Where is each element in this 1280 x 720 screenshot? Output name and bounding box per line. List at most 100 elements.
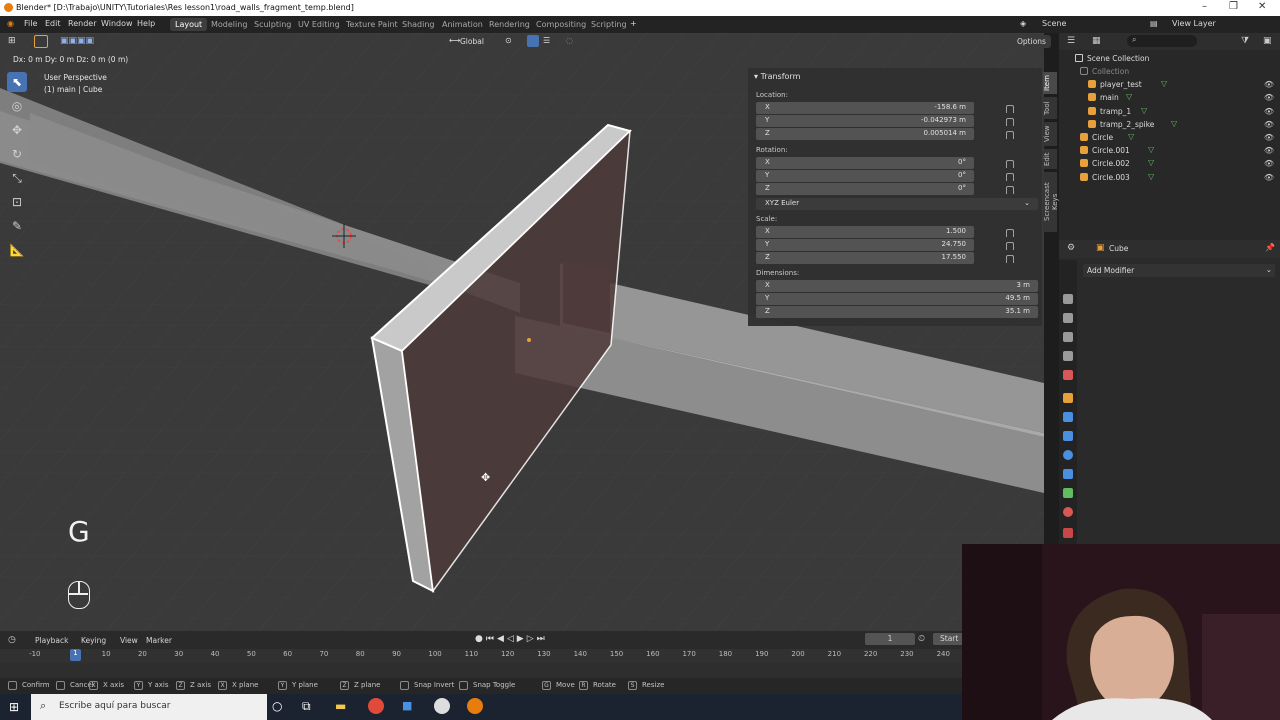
render-tab-icon[interactable] xyxy=(1063,313,1073,323)
particles-tab-icon[interactable] xyxy=(1063,431,1073,441)
location-z-field[interactable]: Z 0.005014 m xyxy=(756,128,974,140)
visibility-eye-icon[interactable]: 👁 xyxy=(1264,120,1274,129)
options-button[interactable]: Options xyxy=(1012,35,1051,48)
outliner-item[interactable]: player_test ▽ 👁 xyxy=(1059,78,1280,91)
marker-menu[interactable]: Marker xyxy=(146,636,172,645)
tab-rendering[interactable]: Rendering xyxy=(484,18,535,31)
outliner-item[interactable]: Collection xyxy=(1059,65,1280,78)
tab-screencast-keys[interactable]: Screencast Keys xyxy=(1043,172,1059,232)
scene-icon[interactable]: ◈ xyxy=(1020,19,1026,28)
playback-menu[interactable]: Playback xyxy=(35,636,68,645)
outliner-item[interactable]: tramp_2_spike ▽ 👁 xyxy=(1059,118,1280,131)
scene-name[interactable]: Scene xyxy=(1042,19,1066,28)
minimize-icon[interactable]: – xyxy=(1202,1,1207,12)
mesh-data-icon[interactable]: ▽ xyxy=(1128,132,1134,141)
view-menu[interactable]: View xyxy=(120,636,138,645)
maximize-icon[interactable]: ❐ xyxy=(1229,1,1238,12)
view-layer-tab-icon[interactable] xyxy=(1063,351,1073,361)
rotate-tool-icon[interactable]: ↻ xyxy=(7,144,27,164)
tab-uv-editing[interactable]: UV Editing xyxy=(293,18,345,31)
snap-icon[interactable] xyxy=(527,35,539,47)
view-layer-name[interactable]: View Layer xyxy=(1172,19,1216,28)
menu-edit[interactable]: Edit xyxy=(45,19,61,28)
outliner-item[interactable]: Circle ▽ 👁 xyxy=(1059,131,1280,144)
mesh-data-icon[interactable]: ▽ xyxy=(1126,92,1132,101)
physics-tab-icon[interactable] xyxy=(1063,450,1073,460)
file-explorer-icon[interactable]: ▬ xyxy=(335,699,346,713)
tool-tab-icon[interactable] xyxy=(1063,294,1073,304)
keying-menu[interactable]: Keying xyxy=(81,636,106,645)
start-frame-field[interactable]: Start xyxy=(933,633,962,645)
visibility-eye-icon[interactable]: 👁 xyxy=(1264,93,1274,102)
pivot-icon[interactable]: ⊙ xyxy=(505,36,512,45)
rotation-y-field[interactable]: Y 0° xyxy=(756,170,974,182)
outliner-item[interactable]: Circle.002 ▽ 👁 xyxy=(1059,157,1280,170)
tab-compositing[interactable]: Compositing xyxy=(531,18,591,31)
data-tab-icon[interactable] xyxy=(1063,488,1073,498)
lock-icon[interactable] xyxy=(1006,255,1014,263)
lock-icon[interactable] xyxy=(1006,186,1014,194)
mesh-data-icon[interactable]: ▽ xyxy=(1148,158,1154,167)
tab-sculpting[interactable]: Sculpting xyxy=(249,18,296,31)
scale-tool-icon[interactable]: ⤡ xyxy=(7,168,27,188)
transform-tool-icon[interactable]: ⊡ xyxy=(7,192,27,212)
material-tab-icon[interactable] xyxy=(1063,507,1073,517)
properties-editor-icon[interactable]: ⚙ xyxy=(1067,243,1075,253)
cursor-tool-icon[interactable]: ◎ xyxy=(7,96,27,116)
modifier-tab-icon[interactable] xyxy=(1063,412,1073,422)
visibility-eye-icon[interactable]: 👁 xyxy=(1264,107,1274,116)
mesh-data-icon[interactable]: ▽ xyxy=(1161,79,1167,88)
move-tool-icon[interactable]: ✥ xyxy=(7,120,27,140)
view-layer-icon[interactable]: ▤ xyxy=(1150,19,1158,28)
outliner-item[interactable]: main ▽ 👁 xyxy=(1059,91,1280,104)
location-y-field[interactable]: Y -0.042973 m xyxy=(756,115,974,127)
visibility-eye-icon[interactable]: 👁 xyxy=(1264,146,1274,155)
lock-icon[interactable] xyxy=(1006,173,1014,181)
lock-icon[interactable] xyxy=(1006,118,1014,126)
close-icon[interactable]: ✕ xyxy=(1258,1,1266,12)
select-mode-icons[interactable]: ▣▣▣▣ xyxy=(60,36,94,46)
snap-target-icon[interactable]: ☰ xyxy=(543,36,550,45)
tab-edit[interactable]: Edit xyxy=(1043,149,1057,169)
store-icon[interactable]: ■ xyxy=(402,699,412,712)
editor-type-icon[interactable]: ⊞ xyxy=(8,36,16,46)
tab-animation[interactable]: Animation xyxy=(437,18,488,31)
rotation-z-field[interactable]: Z 0° xyxy=(756,183,974,195)
tab-shading[interactable]: Shading xyxy=(397,18,440,31)
select-tool-icon[interactable]: ⬉ xyxy=(7,72,27,92)
scale-y-field[interactable]: Y 24.750 xyxy=(756,239,974,251)
transform-header[interactable]: ▾ Transform xyxy=(754,72,800,81)
mesh-data-icon[interactable]: ▽ xyxy=(1148,172,1154,181)
constraints-tab-icon[interactable] xyxy=(1063,469,1073,479)
orientation-icon[interactable]: ⟷ xyxy=(449,36,460,45)
scene-tab-icon[interactable] xyxy=(1063,370,1073,380)
scale-z-field[interactable]: Z 17.550 xyxy=(756,252,974,264)
rotation-x-field[interactable]: X 0° xyxy=(756,157,974,169)
new-collection-icon[interactable]: ▣ xyxy=(1263,36,1272,46)
playback-controls-icon[interactable]: ●⏮◀◁▶▷⏭ xyxy=(475,634,548,644)
outliner-search-input[interactable]: ⌕ xyxy=(1127,35,1197,47)
playhead[interactable]: 1 xyxy=(70,649,81,661)
tab-layout[interactable]: Layout xyxy=(170,18,208,31)
current-frame-field[interactable]: 1 xyxy=(865,633,915,645)
unity-icon[interactable] xyxy=(434,698,450,714)
add-workspace-icon[interactable]: + xyxy=(630,19,637,28)
proportional-icon[interactable]: ◌ xyxy=(566,36,573,45)
lock-icon[interactable] xyxy=(1006,229,1014,237)
texture-tab-icon[interactable] xyxy=(1063,528,1073,538)
outliner-item[interactable]: Circle.003 ▽ 👁 xyxy=(1059,171,1280,184)
blender-menu-icon[interactable]: ◉ xyxy=(7,19,14,28)
windows-start-icon[interactable]: ⊞ xyxy=(9,700,19,714)
add-modifier-button[interactable]: Add Modifier ⌄ xyxy=(1083,264,1275,277)
dimensions-y-field[interactable]: Y 49.5 m xyxy=(756,293,1038,305)
visibility-eye-icon[interactable]: 👁 xyxy=(1264,173,1274,182)
timeline-track[interactable] xyxy=(0,663,962,678)
dimensions-z-field[interactable]: Z 35.1 m xyxy=(756,306,1038,318)
tab-view[interactable]: View xyxy=(1043,122,1057,146)
transform-orientation[interactable]: Global xyxy=(460,37,484,46)
tab-texture-paint[interactable]: Texture Paint xyxy=(341,18,403,31)
lock-icon[interactable] xyxy=(1006,242,1014,250)
timeline-ruler[interactable]: -10 10 20 30 40 50 60 70 80 90 100 110 120 130 140 150 1… xyxy=(0,649,962,663)
output-tab-icon[interactable] xyxy=(1063,332,1073,342)
pin-icon[interactable]: 📌 xyxy=(1265,243,1275,252)
